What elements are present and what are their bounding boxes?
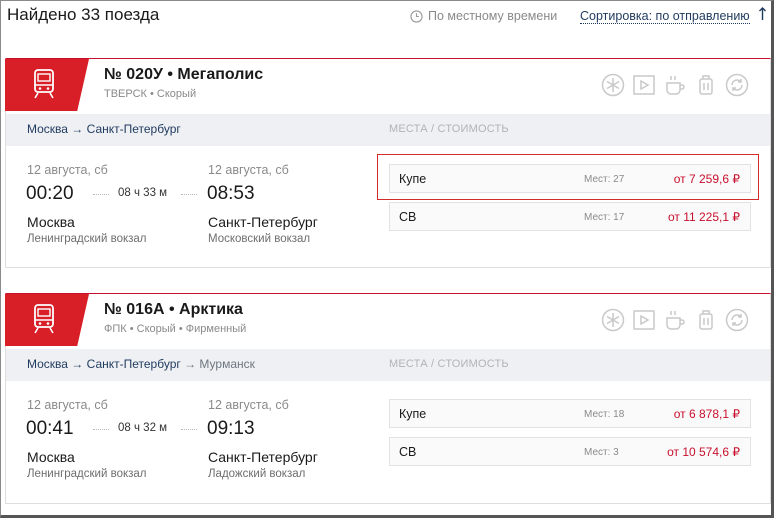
fare-seats: Мест: 17 bbox=[584, 212, 625, 223]
fare-option-sv[interactable]: СВ Мест: 3 от 10 574,6 ₽ bbox=[389, 437, 751, 466]
departure-station: Ленинградский вокзал bbox=[27, 468, 147, 480]
departure-time: 00:41 bbox=[26, 418, 74, 439]
fare-price: от 11 225,1 ₽ bbox=[667, 210, 740, 224]
local-time-label: По местному времени bbox=[428, 9, 558, 23]
departure-city: Москва bbox=[27, 214, 75, 230]
travel-duration: 08 ч 32 м bbox=[118, 422, 168, 434]
departure-city: Москва bbox=[27, 449, 75, 465]
arrival-station: Ладожский вокзал bbox=[208, 468, 306, 480]
clock-icon bbox=[410, 9, 423, 23]
route-main: Москва → Санкт-Петербург bbox=[27, 122, 181, 136]
sort-by-departure-link[interactable]: Сортировка: по отправлению bbox=[580, 9, 750, 24]
coffee-icon bbox=[662, 307, 687, 332]
route-extra: → Мурманск bbox=[180, 357, 255, 371]
train-icon bbox=[34, 69, 54, 99]
results-header: Найдено 33 поезда По местному времени Со… bbox=[0, 0, 774, 36]
seats-price-header: МЕСТА / СТОИМОСТЬ bbox=[389, 358, 509, 370]
duration-divider bbox=[93, 194, 109, 195]
duration-divider bbox=[181, 194, 197, 195]
travel-duration: 08 ч 33 м bbox=[118, 187, 168, 199]
arrival-time: 08:53 bbox=[207, 183, 255, 204]
duration-divider bbox=[181, 429, 197, 430]
snowflake-icon bbox=[600, 307, 625, 332]
luggage-icon bbox=[693, 72, 718, 97]
refund-icon bbox=[724, 72, 749, 97]
fare-option-kupe[interactable]: Купе Мест: 18 от 6 878,1 ₽ bbox=[389, 399, 751, 428]
video-icon bbox=[631, 307, 656, 332]
amenity-icons bbox=[600, 72, 749, 97]
train-name[interactable]: № 016А • Арктика bbox=[104, 301, 243, 319]
fare-seats: Мест: 3 bbox=[584, 447, 619, 458]
results-count-title: Найдено 33 поезда bbox=[7, 5, 160, 24]
route-text: Москва → Санкт-Петербург → Мурманск bbox=[27, 357, 255, 371]
arrival-city: Санкт-Петербург bbox=[208, 214, 318, 230]
fare-seats: Мест: 18 bbox=[584, 409, 625, 420]
snowflake-icon bbox=[600, 72, 625, 97]
route-text: Москва → Санкт-Петербург bbox=[27, 122, 181, 136]
arrival-time: 09:13 bbox=[207, 418, 255, 439]
arrival-city: Санкт-Петербург bbox=[208, 449, 318, 465]
route-bar: Москва → Санкт-Петербург → Мурманск МЕСТ… bbox=[6, 349, 770, 381]
train-name[interactable]: № 020У • Мегаполис bbox=[104, 66, 263, 84]
train-carrier: ТВЕРСК • Скорый bbox=[104, 88, 197, 100]
fare-price: от 6 878,1 ₽ bbox=[673, 407, 740, 421]
video-icon bbox=[631, 72, 656, 97]
train-icon bbox=[34, 304, 54, 334]
amenity-icons bbox=[600, 307, 749, 332]
train-carrier: ФПК • Скорый • Фирменный bbox=[104, 323, 247, 335]
fare-class: СВ bbox=[399, 445, 417, 459]
departure-station: Ленинградский вокзал bbox=[27, 233, 147, 245]
departure-date: 12 августа, сб bbox=[27, 398, 108, 412]
train-card[interactable]: № 016А • Арктика ФПК • Скорый • Фирменны… bbox=[5, 293, 771, 504]
departure-time: 00:20 bbox=[26, 183, 74, 204]
arrow-up-icon[interactable] bbox=[758, 7, 767, 21]
arrival-date: 12 августа, сб bbox=[208, 398, 289, 412]
fare-price: от 10 574,6 ₽ bbox=[667, 445, 740, 459]
seats-price-header: МЕСТА / СТОИМОСТЬ bbox=[389, 123, 509, 135]
fare-option-sv[interactable]: СВ Мест: 17 от 11 225,1 ₽ bbox=[389, 202, 751, 231]
train-badge bbox=[5, 294, 89, 346]
refund-icon bbox=[724, 307, 749, 332]
fare-class: СВ bbox=[399, 210, 417, 224]
route-main: Москва → Санкт-Петербург bbox=[27, 357, 181, 371]
arrival-station: Московский вокзал bbox=[208, 233, 311, 245]
fare-class: Купе bbox=[399, 407, 427, 421]
duration-divider bbox=[93, 429, 109, 430]
departure-date: 12 августа, сб bbox=[27, 163, 108, 177]
arrival-date: 12 августа, сб bbox=[208, 163, 289, 177]
luggage-icon bbox=[693, 307, 718, 332]
coffee-icon bbox=[662, 72, 687, 97]
train-badge bbox=[5, 59, 89, 111]
route-bar: Москва → Санкт-Петербург МЕСТА / СТОИМОС… bbox=[6, 114, 770, 146]
highlight-annotation bbox=[377, 154, 759, 200]
local-time-toggle[interactable]: По местному времени bbox=[410, 9, 557, 23]
